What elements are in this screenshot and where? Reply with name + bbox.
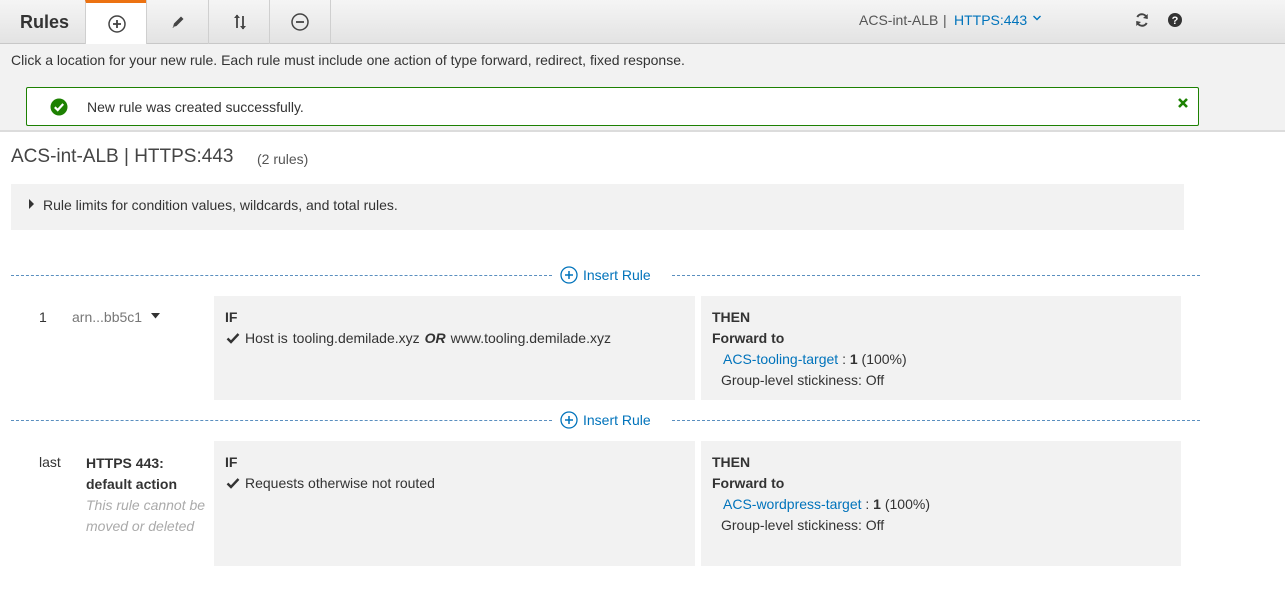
target-weight: 1 <box>849 351 858 367</box>
plus-circle-icon <box>560 266 578 284</box>
weight-separator: : <box>842 351 850 367</box>
toolbar-separator: | <box>943 12 947 28</box>
close-icon[interactable] <box>1176 96 1190 110</box>
stickiness-text: Group-level stickiness: Off <box>721 372 885 388</box>
success-check-icon <box>50 98 68 116</box>
insert-rule-label: Insert Rule <box>583 267 651 283</box>
rule-limits-text: Rule limits for condition values, wildca… <box>43 197 398 213</box>
target-percent: (100%) <box>861 351 907 367</box>
condition-operator: OR <box>424 330 446 346</box>
stickiness-text: Group-level stickiness: Off <box>721 517 885 533</box>
rule-if-panel[interactable]: IF Host is tooling.demilade.xyz OR www.t… <box>214 296 695 400</box>
if-label: IF <box>225 454 238 470</box>
target-group-line: ACS-wordpress-target : 1 (100%) <box>723 496 930 512</box>
default-if-panel: IF Requests otherwise not routed <box>214 441 695 566</box>
load-balancer-name: ACS-int-ALB <box>859 12 939 28</box>
add-rule-button[interactable] <box>85 0 147 45</box>
instruction-text: Click a location for your new rule. Each… <box>11 52 685 68</box>
divider-line <box>11 420 552 421</box>
rule-count: (2 rules) <box>257 151 309 167</box>
refresh-icon[interactable] <box>1134 12 1150 28</box>
edit-rule-button[interactable] <box>146 0 208 44</box>
chevron-down-icon[interactable] <box>1032 13 1042 23</box>
minus-circle-icon <box>291 13 309 31</box>
page-title: ACS-int-ALB | HTTPS:443 <box>11 146 234 167</box>
default-rule-note: This rule cannot be moved or deleted <box>86 497 206 534</box>
rule-condition: Requests otherwise not routed <box>226 475 435 491</box>
default-title-line: default action <box>86 476 178 492</box>
condition-host-2: www.tooling.demilade.xyz <box>450 330 611 346</box>
then-label: THEN <box>712 454 751 470</box>
rules-toolbar: Rules ACS-int-ALB | HTTPS:443 ? <box>0 0 1285 45</box>
default-then-panel[interactable]: THEN Forward to ACS-wordpress-target : 1… <box>701 441 1181 566</box>
target-group-link[interactable]: ACS-wordpress-target <box>723 496 862 512</box>
help-icon[interactable]: ? <box>1167 12 1183 28</box>
insert-rule-link-top[interactable]: Insert Rule <box>560 266 651 284</box>
divider-line <box>672 420 1200 421</box>
divider-line <box>672 275 1200 276</box>
delete-rule-button[interactable] <box>269 0 331 44</box>
checkmark-icon <box>226 478 240 489</box>
rule-condition: Host is tooling.demilade.xyz OR www.tool… <box>226 330 611 346</box>
default-action-title: HTTPS 443: default action <box>86 453 177 495</box>
target-weight: 1 <box>873 496 881 512</box>
toolbar-title: Rules <box>20 11 70 32</box>
rule-arn[interactable]: arn...bb5c1 <box>72 309 142 325</box>
caret-down-icon[interactable] <box>150 312 161 320</box>
condition-text: Requests otherwise not routed <box>245 475 435 491</box>
then-label: THEN <box>712 309 751 325</box>
reorder-arrows-icon <box>233 14 246 30</box>
listener-selector[interactable]: HTTPS:443 <box>954 12 1027 28</box>
rule-number: 1 <box>39 309 47 325</box>
target-group-line: ACS-tooling-target : 1 (100%) <box>723 351 907 367</box>
default-title-line: HTTPS 443: <box>86 455 164 471</box>
divider-line <box>11 275 552 276</box>
action-label: Forward to <box>712 330 785 346</box>
target-group-link[interactable]: ACS-tooling-target <box>723 351 838 367</box>
weight-separator: : <box>865 496 874 512</box>
rule-then-panel[interactable]: THEN Forward to ACS-tooling-target : 1 (… <box>701 296 1181 400</box>
success-flash-message: New rule was created successfully. <box>26 87 1199 126</box>
flash-text: New rule was created successfully. <box>87 99 304 115</box>
plus-circle-icon <box>107 15 126 33</box>
reorder-rules-button[interactable] <box>208 0 270 44</box>
if-label: IF <box>225 309 238 325</box>
checkmark-icon <box>226 333 240 344</box>
insert-rule-link-bottom[interactable]: Insert Rule <box>560 411 651 429</box>
svg-text:?: ? <box>1172 15 1179 27</box>
rule-number: last <box>39 454 61 470</box>
condition-prefix: Host is <box>245 330 288 346</box>
target-percent: (100%) <box>884 496 930 512</box>
insert-rule-label: Insert Rule <box>583 412 651 428</box>
rule-limits-expander[interactable]: Rule limits for condition values, wildca… <box>11 184 1184 230</box>
plus-circle-icon <box>560 411 578 429</box>
condition-host-1: tooling.demilade.xyz <box>292 330 420 346</box>
action-label: Forward to <box>712 475 785 491</box>
pencil-icon <box>172 16 183 28</box>
caret-right-icon <box>29 199 34 209</box>
